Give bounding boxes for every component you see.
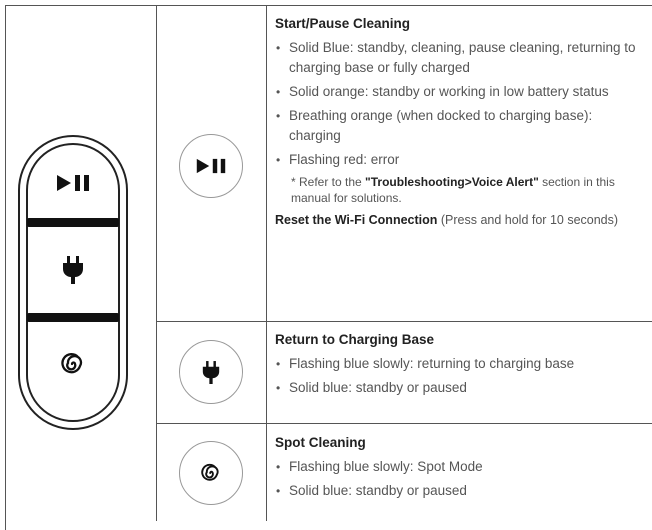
reset-wifi-title: Reset the Wi-Fi Connection — [275, 213, 438, 227]
play-pause-icon — [57, 175, 89, 191]
device-spot-button — [27, 324, 119, 404]
play-pause-icon — [196, 158, 226, 174]
troubleshooting-note: * Refer to the "Troubleshooting>Voice Al… — [275, 174, 647, 206]
row-divider — [156, 321, 652, 322]
return-charging-icon-badge — [179, 340, 243, 404]
row-title: Spot Cleaning — [275, 435, 366, 450]
list-item: Solid orange: standby or working in low … — [275, 82, 647, 102]
device-home-button — [27, 228, 119, 312]
list-item: Solid blue: standby or paused — [275, 481, 647, 501]
spiral-icon — [61, 353, 83, 374]
device-divider-bar — [27, 218, 119, 227]
spot-cleaning-icon-badge — [179, 441, 243, 505]
row-title: Start/Pause Cleaning — [275, 16, 411, 31]
row-divider — [156, 423, 652, 424]
plug-icon — [63, 256, 83, 284]
reset-wifi-detail: (Press and hold for 10 seconds) — [437, 213, 619, 227]
spiral-icon — [201, 463, 219, 481]
spot-cleaning-description: Spot Cleaning Flashing blue slowly: Spot… — [275, 433, 647, 505]
device-divider-bar — [27, 313, 119, 322]
start-pause-description: Start/Pause Cleaning Solid Blue: standby… — [275, 14, 647, 229]
list-item: Solid blue: standby or paused — [275, 378, 647, 398]
list-item: Solid Blue: standby, cleaning, pause cle… — [275, 38, 647, 78]
list-item: Flashing blue slowly: Spot Mode — [275, 457, 647, 477]
list-item: Flashing red: error — [275, 150, 647, 170]
note-prefix: * Refer to the — [291, 175, 366, 189]
column-divider — [156, 5, 157, 521]
device-start-pause-button — [27, 150, 119, 216]
note-reference: "Troubleshooting>Voice Alert" — [365, 175, 539, 189]
plug-icon — [202, 360, 220, 384]
list-item: Flashing blue slowly: returning to charg… — [275, 354, 647, 374]
return-charging-description: Return to Charging Base Flashing blue sl… — [275, 330, 647, 402]
list-item: Breathing orange (when docked to chargin… — [275, 106, 647, 146]
reset-wifi-instruction: Reset the Wi-Fi Connection (Press and ho… — [275, 212, 647, 229]
row-title: Return to Charging Base — [275, 332, 435, 347]
column-divider — [266, 5, 267, 521]
start-pause-icon-badge — [179, 134, 243, 198]
